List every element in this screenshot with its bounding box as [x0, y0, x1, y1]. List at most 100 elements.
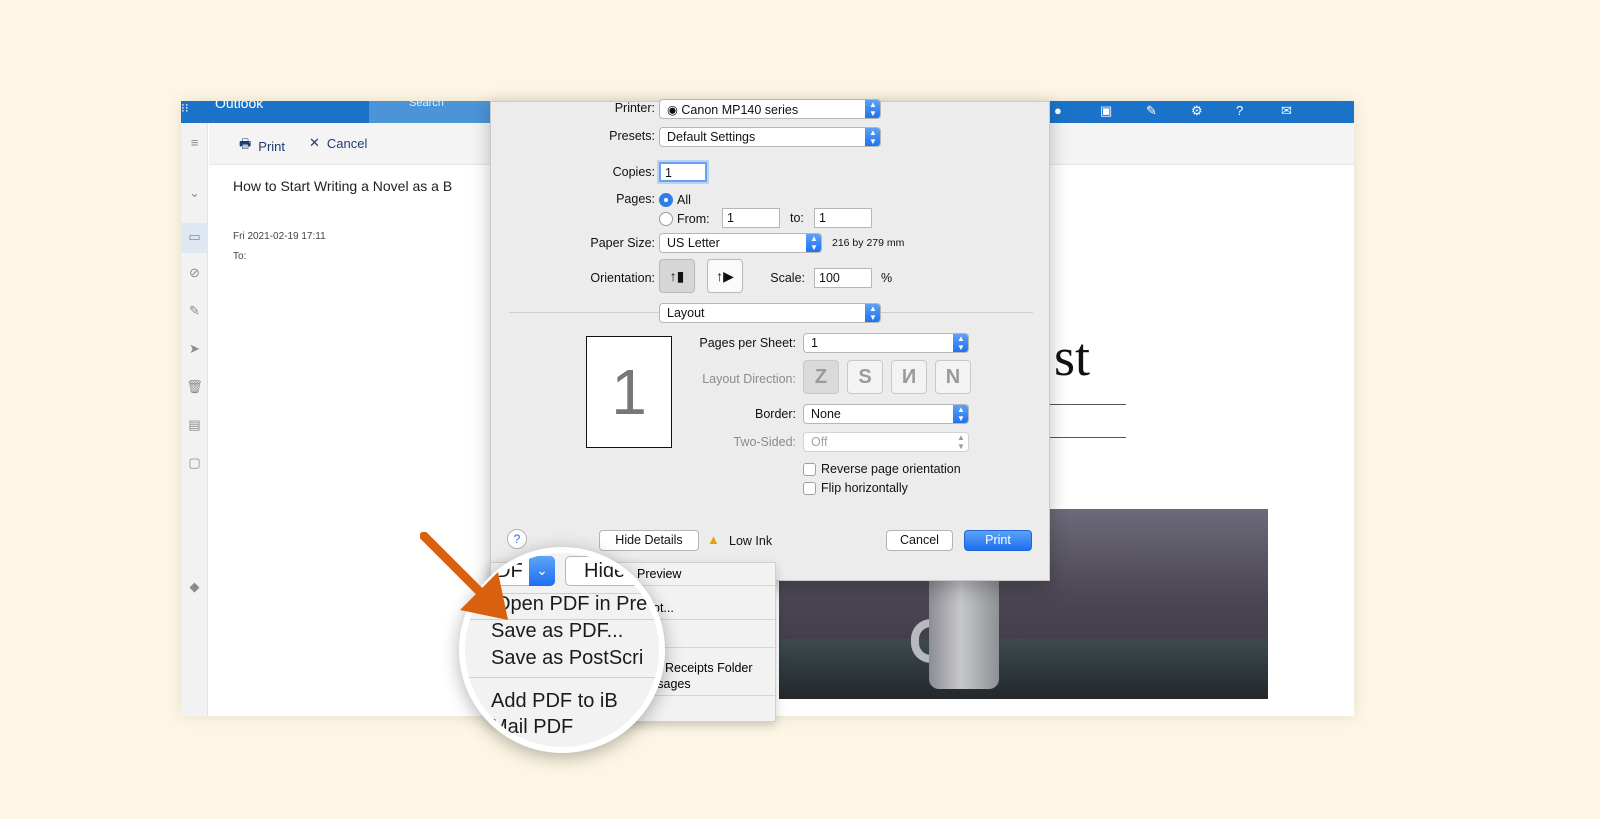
two-sided-value: Off: [811, 435, 828, 449]
photo-mug: [929, 569, 999, 689]
section-select[interactable]: Layout ▲ ▼: [659, 303, 881, 323]
updown-arrows-icon: ▲ ▼: [865, 304, 880, 322]
printer-value: Canon MP140 series: [681, 103, 799, 117]
paper-size-select[interactable]: US Letter ▲ ▼: [659, 233, 822, 253]
portrait-icon: ↑▮: [669, 268, 685, 284]
orientation-label: Orientation:: [590, 271, 655, 285]
flip-horizontally-checkbox[interactable]: [803, 482, 816, 495]
updown-arrows-icon: ▲ ▼: [953, 405, 968, 423]
pages-all-radio[interactable]: [659, 193, 673, 207]
two-sided-select: Off ▲ ▼: [803, 432, 969, 452]
add-pdf-to-ibooks-item[interactable]: Add PDF to iB: [491, 690, 618, 713]
updown-arrows-icon: ▲ ▼: [865, 100, 880, 118]
search-box[interactable]: Search: [369, 101, 499, 123]
preview-rule: [1041, 404, 1126, 405]
print-command-button[interactable]: 🖶 Print: [239, 135, 285, 157]
presets-value: Default Settings: [667, 130, 756, 144]
printer-label: Printer:: [614, 101, 655, 115]
pages-per-sheet-value: 1: [811, 336, 818, 350]
border-select[interactable]: None ▲ ▼: [803, 404, 969, 424]
message-subject: How to Start Writing a Novel as a B: [233, 178, 453, 194]
drafts-icon[interactable]: ✎: [181, 303, 208, 319]
layout-direction-n[interactable]: N: [935, 360, 971, 394]
section-value: Layout: [667, 306, 705, 320]
junk-icon[interactable]: ⊘: [181, 265, 208, 281]
border-value: None: [811, 407, 841, 421]
pages-per-sheet-select[interactable]: 1 ▲ ▼: [803, 333, 969, 353]
message-date: Fri 2021-02-19 17:11: [233, 231, 326, 242]
pages-to-field[interactable]: 1: [814, 208, 872, 228]
layout-direction-s[interactable]: S: [847, 360, 883, 394]
preview-rule: [1041, 437, 1126, 438]
pages-from-field[interactable]: 1: [722, 208, 780, 228]
presets-select[interactable]: Default Settings ▲ ▼: [659, 127, 881, 147]
cancel-command-label: Cancel: [326, 135, 368, 151]
pages-label: Pages:: [616, 192, 655, 206]
printer-status-icon: ◉: [667, 103, 682, 117]
preview-heading: st: [1054, 327, 1091, 387]
printer-select[interactable]: ◉ Canon MP140 series ▲ ▼: [659, 99, 881, 119]
inbox-icon[interactable]: ▭: [181, 229, 208, 245]
settings-icon[interactable]: ⚙: [1191, 103, 1203, 119]
print-command-label: Print: [258, 138, 286, 154]
pages-from-label: From:: [677, 212, 710, 226]
megaphone-icon[interactable]: ✉: [1281, 103, 1292, 119]
skype-icon[interactable]: ●: [1054, 103, 1062, 118]
deleted-icon[interactable]: 🗑: [181, 379, 208, 395]
menu-separator: [465, 677, 659, 678]
landscape-orientation-button[interactable]: ↑▶: [707, 259, 743, 293]
sent-icon[interactable]: ➤: [181, 341, 208, 357]
pages-per-sheet-label: Pages per Sheet:: [699, 336, 796, 350]
left-rail: ≡ ⌄ ▭ ⊘ ✎ ➤ 🗑 ▤ ▢ ◆: [181, 123, 208, 716]
save-as-postscript-item[interactable]: Save as PostScri: [491, 647, 643, 670]
pdf-menu-item[interactable]: Receipts Folder: [665, 661, 753, 675]
scale-field[interactable]: 100: [814, 268, 872, 288]
updown-arrows-icon: ▲ ▼: [865, 128, 880, 146]
updown-arrows-icon: ▲ ▼: [806, 234, 821, 252]
copies-field[interactable]: 1: [659, 162, 707, 182]
landscape-icon: ↑▶: [716, 268, 734, 284]
feedback-icon[interactable]: ✎: [1146, 103, 1157, 119]
updown-arrows-icon: ▲ ▼: [957, 433, 965, 451]
pages-to-label: to:: [790, 211, 804, 225]
chevron-down-icon: ⌄: [529, 556, 555, 586]
portrait-orientation-button[interactable]: ↑▮: [659, 259, 695, 293]
photo-table: [779, 639, 1268, 699]
mail-pdf-item[interactable]: Mail PDF: [491, 716, 573, 739]
layout-direction-reverse-n[interactable]: И: [891, 360, 927, 394]
cancel-button[interactable]: Cancel: [886, 530, 953, 551]
print-dialog: Printer: ◉ Canon MP140 series ▲ ▼ Presets…: [490, 99, 1050, 581]
page-preview-thumbnail: 1: [586, 336, 672, 448]
help-icon[interactable]: ?: [1236, 103, 1243, 118]
message-to-label: To:: [233, 251, 247, 262]
updown-arrows-icon: ▲ ▼: [953, 334, 968, 352]
reverse-orientation-label: Reverse page orientation: [821, 462, 961, 476]
menu-icon[interactable]: ≡: [181, 135, 208, 150]
paper-size-value: US Letter: [667, 236, 720, 250]
magnified-hide-button[interactable]: Hide: [565, 556, 659, 586]
scale-label: Scale:: [770, 271, 805, 285]
calendar-icon[interactable]: ▣: [1100, 103, 1112, 119]
cancel-command-button[interactable]: ✕ Cancel: [309, 135, 367, 151]
search-placeholder: Search: [409, 101, 444, 109]
presets-label: Presets:: [609, 129, 655, 143]
chevron-down-icon[interactable]: ⌄: [181, 185, 208, 201]
reverse-orientation-checkbox[interactable]: [803, 463, 816, 476]
diamond-icon[interactable]: ◆: [181, 579, 208, 595]
app-name: Outlook: [215, 101, 264, 111]
hide-details-button[interactable]: Hide Details: [599, 530, 699, 551]
close-icon: ✕: [309, 135, 320, 150]
scale-unit: %: [881, 271, 893, 285]
app-launcher-icon[interactable]: ⁝⁝: [181, 101, 189, 115]
layout-direction-label: Layout Direction:: [702, 372, 796, 386]
archive-icon[interactable]: ▤: [181, 417, 208, 433]
notes-icon[interactable]: ▢: [181, 455, 208, 471]
copies-label: Copies:: [612, 165, 655, 179]
print-button[interactable]: Print: [964, 530, 1032, 551]
low-ink-label: Low Ink: [729, 534, 773, 548]
border-label: Border:: [755, 407, 796, 421]
pages-from-radio[interactable]: [659, 212, 673, 226]
flip-horizontally-label: Flip horizontally: [821, 481, 908, 495]
paper-size-dims: 216 by 279 mm: [832, 237, 905, 249]
layout-direction-z[interactable]: Z: [803, 360, 839, 394]
